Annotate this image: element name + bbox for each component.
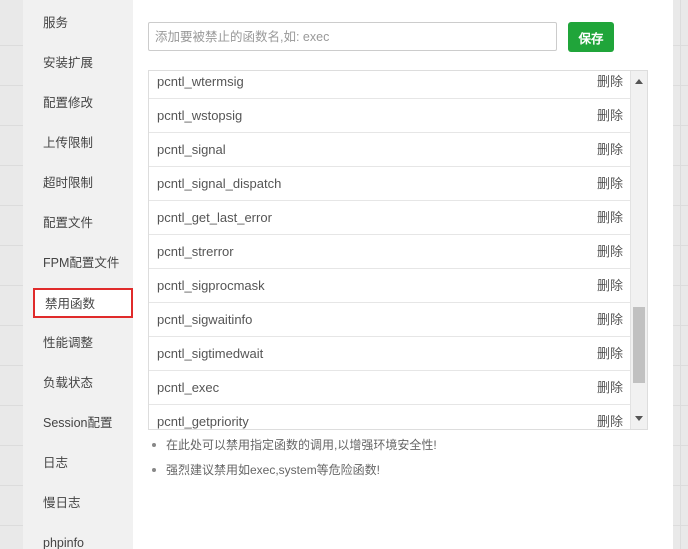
function-name: pcntl_getpriority [157,414,249,429]
function-row: pcntl_signal 删除 [149,133,631,167]
scroll-down-icon[interactable] [635,416,643,421]
sidebar-item-13[interactable]: phpinfo [23,523,133,549]
function-name: pcntl_signal [157,142,226,157]
save-button[interactable]: 保存 [568,22,614,52]
function-row: pcntl_sigprocmask 删除 [149,269,631,303]
delete-link[interactable]: 删除 [597,167,623,200]
function-row: pcntl_exec 删除 [149,371,631,405]
function-rows: pcntl_wtermsig 删除 pcntl_wstopsig 删除 pcntl_si… [149,71,631,429]
disabled-functions-list[interactable]: pcntl_wtermsig 删除 pcntl_wstopsig 删除 pcntl_si… [148,70,648,430]
function-row: pcntl_signal_dispatch 删除 [149,167,631,201]
sidebar-item-6[interactable]: FPM配置文件 [23,243,133,283]
delete-link[interactable]: 删除 [597,303,623,336]
function-name: pcntl_signal_dispatch [157,176,282,191]
function-name: pcntl_sigprocmask [157,278,265,293]
function-name: pcntl_get_last_error [157,210,272,225]
sidebar-item-9[interactable]: 负载状态 [23,363,133,403]
delete-link[interactable]: 删除 [597,235,623,268]
function-name: pcntl_exec [157,380,220,395]
function-row: pcntl_sigwaitinfo 删除 [149,303,631,337]
sidebar-menu: 服务 安装扩展 配置修改 上传限制 超时限制 配置文件 FPM配置文件禁用函数性能调整 负载状… [23,0,133,549]
function-name: pcntl_sigtimedwait [157,346,264,361]
sidebar-item-5[interactable]: 配置文件 [23,203,133,243]
help-tips: 在此处可以禁用指定函数的调用,以增强环境安全性! 强烈建议禁用如exec,sys… [148,435,628,485]
function-row: pcntl_strerror 删除 [149,235,631,269]
delete-link[interactable]: 删除 [597,405,623,429]
function-name: pcntl_wtermsig [157,74,244,89]
delete-link[interactable]: 删除 [597,99,623,132]
function-row: pcntl_get_last_error 删除 [149,201,631,235]
function-name: pcntl_wstopsig [157,108,243,123]
function-row: pcntl_getpriority 删除 [149,405,631,429]
delete-link[interactable]: 删除 [597,201,623,234]
sidebar-item-2[interactable]: 配置修改 [23,83,133,123]
tip-item: 在此处可以禁用指定函数的调用,以增强环境安全性! [148,435,628,455]
sidebar-item-4[interactable]: 超时限制 [23,163,133,203]
sidebar-item-0[interactable]: 服务 [23,3,133,43]
sidebar-item-7[interactable]: 禁用函数 [33,288,133,318]
sidebar-item-1[interactable]: 安装扩展 [23,43,133,83]
delete-link[interactable]: 删除 [597,269,623,302]
sidebar-item-3[interactable]: 上传限制 [23,123,133,163]
delete-link[interactable]: 删除 [597,133,623,166]
function-name-input[interactable] [148,22,557,51]
tip-item: 强烈建议禁用如exec,system等危险函数! [148,460,628,480]
function-row: pcntl_sigtimedwait 删除 [149,337,631,371]
function-row: pcntl_wtermsig 删除 [149,71,631,99]
sidebar-item-10[interactable]: Session配置 [23,403,133,443]
function-row: pcntl_wstopsig 删除 [149,99,631,133]
sidebar-item-11[interactable]: 日志 [23,443,133,483]
delete-link[interactable]: 删除 [597,71,623,98]
function-name: pcntl_strerror [157,244,234,259]
delete-link[interactable]: 删除 [597,371,623,404]
disabled-functions-content: 保存 pcntl_wtermsig删除pcntl_wstopsig删除pcntl… [133,0,673,549]
scroll-up-icon[interactable] [635,79,643,84]
scrollbar-thumb[interactable] [633,307,645,383]
function-name: pcntl_sigwaitinfo [157,312,253,327]
list-scrollbar[interactable] [630,71,647,429]
delete-link[interactable]: 删除 [597,337,623,370]
sidebar-item-8[interactable]: 性能调整 [23,323,133,363]
php-settings-panel: 服务 安装扩展 配置修改 上传限制 超时限制 配置文件 FPM配置文件禁用函数性能调整 负载状… [23,0,673,549]
sidebar-item-12[interactable]: 慢日志 [23,483,133,523]
